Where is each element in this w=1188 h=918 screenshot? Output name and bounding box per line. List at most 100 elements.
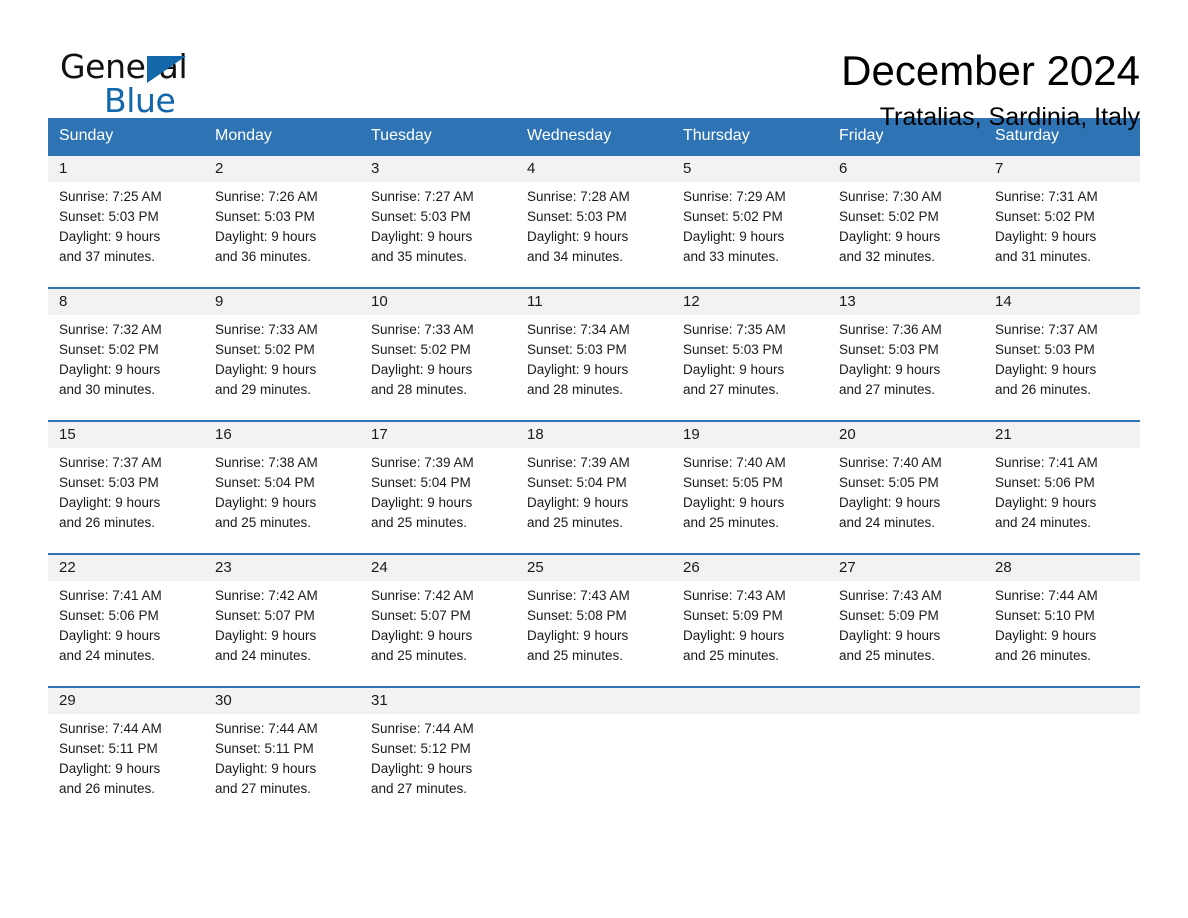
- day-number: 23: [204, 555, 360, 581]
- day-cell-14[interactable]: 14 Sunrise: 7:37 AM Sunset: 5:03 PM Dayligh…: [984, 287, 1140, 420]
- daylight-duration-line1: Daylight: 9 hours: [839, 628, 941, 643]
- day-cell-15[interactable]: 15 Sunrise: 7:37 AM Sunset: 5:03 PM Dayligh…: [48, 420, 204, 553]
- calendar-day-cell: 10 Sunrise: 7:33 AM Sunset: 5:02 PM Dayligh…: [360, 287, 516, 420]
- sunrise-time: Sunrise: 7:31 AM: [995, 189, 1098, 204]
- daylight-duration-line2: and 27 minutes.: [839, 382, 936, 397]
- calendar-day-cell: 7 Sunrise: 7:31 AM Sunset: 5:02 PM Daylight…: [984, 154, 1140, 287]
- sunrise-time: Sunrise: 7:33 AM: [371, 322, 474, 337]
- logo-triangle-icon: [147, 56, 186, 83]
- day-number: 3: [360, 156, 516, 182]
- day-details: Sunrise: 7:35 AM Sunset: 5:03 PM Daylight:…: [672, 315, 828, 400]
- day-number: [516, 688, 672, 714]
- sunrise-time: Sunrise: 7:44 AM: [371, 721, 474, 736]
- day-cell-12[interactable]: 12 Sunrise: 7:35 AM Sunset: 5:03 PM Dayligh…: [672, 287, 828, 420]
- day-cell-27[interactable]: 27 Sunrise: 7:43 AM Sunset: 5:09 PM Dayligh…: [828, 553, 984, 686]
- sunset-time: Sunset: 5:03 PM: [371, 209, 471, 224]
- day-cell-22[interactable]: 22 Sunrise: 7:41 AM Sunset: 5:06 PM Dayligh…: [48, 553, 204, 686]
- day-cell-9[interactable]: 9 Sunrise: 7:33 AM Sunset: 5:02 PM Daylight…: [204, 287, 360, 420]
- daylight-duration-line1: Daylight: 9 hours: [59, 628, 161, 643]
- day-cell-24[interactable]: 24 Sunrise: 7:42 AM Sunset: 5:07 PM Dayligh…: [360, 553, 516, 686]
- day-cell-7[interactable]: 7 Sunrise: 7:31 AM Sunset: 5:02 PM Daylight…: [984, 154, 1140, 287]
- day-cell-3[interactable]: 3 Sunrise: 7:27 AM Sunset: 5:03 PM Daylight…: [360, 154, 516, 287]
- sunset-time: Sunset: 5:02 PM: [683, 209, 783, 224]
- daylight-duration-line1: Daylight: 9 hours: [995, 628, 1097, 643]
- daylight-duration-line2: and 26 minutes.: [59, 515, 156, 530]
- day-number: 7: [984, 156, 1140, 182]
- day-cell-30[interactable]: 30 Sunrise: 7:44 AM Sunset: 5:11 PM Dayligh…: [204, 686, 360, 819]
- day-cell-23[interactable]: 23 Sunrise: 7:42 AM Sunset: 5:07 PM Dayligh…: [204, 553, 360, 686]
- sunrise-time: Sunrise: 7:42 AM: [371, 588, 474, 603]
- day-number: 29: [48, 688, 204, 714]
- calendar-day-cell: 20 Sunrise: 7:40 AM Sunset: 5:05 PM Dayligh…: [828, 420, 984, 553]
- day-cell-empty: [984, 686, 1140, 819]
- daylight-duration-line2: and 24 minutes.: [59, 648, 156, 663]
- sunset-time: Sunset: 5:07 PM: [215, 608, 315, 623]
- day-cell-5[interactable]: 5 Sunrise: 7:29 AM Sunset: 5:02 PM Daylight…: [672, 154, 828, 287]
- weekday-header-monday: Monday: [204, 118, 360, 154]
- day-cell-20[interactable]: 20 Sunrise: 7:40 AM Sunset: 5:05 PM Dayligh…: [828, 420, 984, 553]
- sunrise-sunset-calendar-table: Sunday Monday Tuesday Wednesday Thursday…: [48, 118, 1140, 819]
- day-details: Sunrise: 7:33 AM Sunset: 5:02 PM Daylight:…: [360, 315, 516, 400]
- daylight-duration-line2: and 27 minutes.: [215, 781, 312, 796]
- sunset-time: Sunset: 5:06 PM: [59, 608, 159, 623]
- daylight-duration-line2: and 25 minutes.: [371, 515, 468, 530]
- day-cell-19[interactable]: 19 Sunrise: 7:40 AM Sunset: 5:05 PM Dayligh…: [672, 420, 828, 553]
- daylight-duration-line2: and 26 minutes.: [995, 648, 1092, 663]
- day-cell-2[interactable]: 2 Sunrise: 7:26 AM Sunset: 5:03 PM Daylight…: [204, 154, 360, 287]
- day-cell-29[interactable]: 29 Sunrise: 7:44 AM Sunset: 5:11 PM Dayligh…: [48, 686, 204, 819]
- day-cell-11[interactable]: 11 Sunrise: 7:34 AM Sunset: 5:03 PM Dayligh…: [516, 287, 672, 420]
- daylight-duration-line1: Daylight: 9 hours: [839, 362, 941, 377]
- day-cell-28[interactable]: 28 Sunrise: 7:44 AM Sunset: 5:10 PM Dayligh…: [984, 553, 1140, 686]
- day-cell-10[interactable]: 10 Sunrise: 7:33 AM Sunset: 5:02 PM Dayligh…: [360, 287, 516, 420]
- sunrise-time: Sunrise: 7:43 AM: [527, 588, 630, 603]
- calendar-day-cell: [828, 686, 984, 819]
- day-cell-25[interactable]: 25 Sunrise: 7:43 AM Sunset: 5:08 PM Dayligh…: [516, 553, 672, 686]
- general-blue-logo[interactable]: General Blue: [48, 44, 228, 122]
- day-cell-31[interactable]: 31 Sunrise: 7:44 AM Sunset: 5:12 PM Dayligh…: [360, 686, 516, 819]
- day-cell-1[interactable]: 1 Sunrise: 7:25 AM Sunset: 5:03 PM Daylight…: [48, 154, 204, 287]
- daylight-duration-line2: and 25 minutes.: [839, 648, 936, 663]
- calendar-day-cell: 3 Sunrise: 7:27 AM Sunset: 5:03 PM Daylight…: [360, 154, 516, 287]
- day-cell-16[interactable]: 16 Sunrise: 7:38 AM Sunset: 5:04 PM Dayligh…: [204, 420, 360, 553]
- calendar-day-cell: 22 Sunrise: 7:41 AM Sunset: 5:06 PM Dayligh…: [48, 553, 204, 686]
- day-number: 14: [984, 289, 1140, 315]
- day-details: Sunrise: 7:32 AM Sunset: 5:02 PM Daylight:…: [48, 315, 204, 400]
- day-cell-21[interactable]: 21 Sunrise: 7:41 AM Sunset: 5:06 PM Dayligh…: [984, 420, 1140, 553]
- day-number: 15: [48, 422, 204, 448]
- daylight-duration-line2: and 35 minutes.: [371, 249, 468, 264]
- day-number: 6: [828, 156, 984, 182]
- daylight-duration-line2: and 26 minutes.: [59, 781, 156, 796]
- sunset-time: Sunset: 5:03 PM: [59, 209, 159, 224]
- daylight-duration-line2: and 31 minutes.: [995, 249, 1092, 264]
- calendar-page: General Blue December 2024 Tratalias, Sa…: [0, 0, 1188, 918]
- sunrise-time: Sunrise: 7:28 AM: [527, 189, 630, 204]
- sunset-time: Sunset: 5:03 PM: [839, 342, 939, 357]
- calendar-week-row: 29 Sunrise: 7:44 AM Sunset: 5:11 PM Dayligh…: [48, 686, 1140, 819]
- day-number: 12: [672, 289, 828, 315]
- day-details: Sunrise: 7:38 AM Sunset: 5:04 PM Daylight:…: [204, 448, 360, 533]
- day-details: Sunrise: 7:29 AM Sunset: 5:02 PM Daylight:…: [672, 182, 828, 267]
- day-cell-18[interactable]: 18 Sunrise: 7:39 AM Sunset: 5:04 PM Dayligh…: [516, 420, 672, 553]
- daylight-duration-line1: Daylight: 9 hours: [59, 761, 161, 776]
- day-details: Sunrise: 7:44 AM Sunset: 5:11 PM Daylight:…: [48, 714, 204, 799]
- day-cell-6[interactable]: 6 Sunrise: 7:30 AM Sunset: 5:02 PM Daylight…: [828, 154, 984, 287]
- calendar-body: 1 Sunrise: 7:25 AM Sunset: 5:03 PM Daylight…: [48, 154, 1140, 819]
- day-cell-17[interactable]: 17 Sunrise: 7:39 AM Sunset: 5:04 PM Dayligh…: [360, 420, 516, 553]
- day-details: Sunrise: 7:36 AM Sunset: 5:03 PM Daylight:…: [828, 315, 984, 400]
- daylight-duration-line2: and 25 minutes.: [371, 648, 468, 663]
- calendar-day-cell: 11 Sunrise: 7:34 AM Sunset: 5:03 PM Dayligh…: [516, 287, 672, 420]
- sunrise-time: Sunrise: 7:39 AM: [527, 455, 630, 470]
- day-cell-8[interactable]: 8 Sunrise: 7:32 AM Sunset: 5:02 PM Daylight…: [48, 287, 204, 420]
- daylight-duration-line1: Daylight: 9 hours: [215, 229, 317, 244]
- daylight-duration-line2: and 24 minutes.: [995, 515, 1092, 530]
- day-cell-26[interactable]: 26 Sunrise: 7:43 AM Sunset: 5:09 PM Dayligh…: [672, 553, 828, 686]
- day-cell-4[interactable]: 4 Sunrise: 7:28 AM Sunset: 5:03 PM Daylight…: [516, 154, 672, 287]
- day-details: Sunrise: 7:37 AM Sunset: 5:03 PM Daylight:…: [984, 315, 1140, 400]
- weekday-header-sunday: Sunday: [48, 118, 204, 154]
- weekday-header-thursday: Thursday: [672, 118, 828, 154]
- calendar-day-cell: 23 Sunrise: 7:42 AM Sunset: 5:07 PM Dayligh…: [204, 553, 360, 686]
- daylight-duration-line2: and 25 minutes.: [683, 515, 780, 530]
- day-number: 13: [828, 289, 984, 315]
- day-cell-13[interactable]: 13 Sunrise: 7:36 AM Sunset: 5:03 PM Dayligh…: [828, 287, 984, 420]
- day-number: 8: [48, 289, 204, 315]
